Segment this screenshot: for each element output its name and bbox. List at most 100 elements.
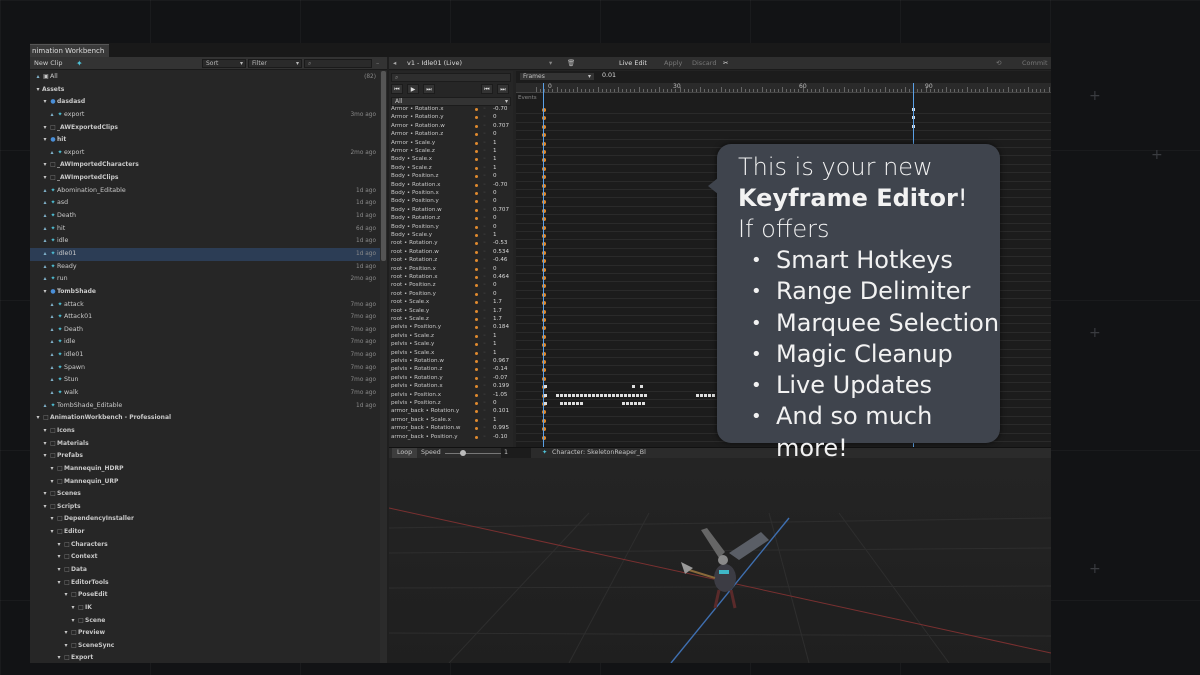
keyframe-dot-icon[interactable]: [475, 351, 478, 355]
speed-slider[interactable]: [445, 453, 503, 454]
discard-button[interactable]: Discard: [692, 57, 716, 69]
chevron-down-icon[interactable]: ▾: [55, 577, 63, 590]
keyframe[interactable]: [642, 402, 645, 405]
property-row[interactable]: root • Rotation.w ◦ 0.534: [391, 248, 511, 256]
tree-row[interactable]: ▴ ✦idle01 7mo ago: [30, 349, 380, 362]
chevron-down-icon[interactable]: ▾: [41, 488, 49, 501]
new-clip-button[interactable]: New Clip: [34, 58, 63, 69]
keyframe[interactable]: [592, 393, 595, 397]
keyframe[interactable]: [580, 402, 583, 405]
keyframe[interactable]: [584, 393, 587, 397]
history-icon[interactable]: ⟲: [996, 57, 1001, 69]
chevron-down-icon[interactable]: ▾: [41, 425, 49, 438]
property-row[interactable]: Armor • Rotation.z ◦ 0: [391, 130, 511, 138]
property-row[interactable]: root • Rotation.z ◦ -0.46: [391, 256, 511, 264]
first-key-icon[interactable]: ⏮: [481, 84, 493, 94]
person-icon[interactable]: ▴: [41, 400, 49, 413]
chevron-down-icon[interactable]: ▾: [62, 627, 70, 640]
curve-icon[interactable]: ◦: [483, 315, 486, 323]
keyframe[interactable]: [568, 393, 571, 397]
keyframe[interactable]: [544, 393, 547, 397]
person-icon[interactable]: ▴: [48, 387, 56, 400]
tree-row[interactable]: ▴ ✦export 3mo ago: [30, 109, 380, 122]
keyframe[interactable]: [572, 402, 575, 405]
tree-row[interactable]: ▴ ✦idle 1d ago: [30, 235, 380, 248]
person-icon[interactable]: ▴: [48, 311, 56, 324]
person-icon[interactable]: ▴: [48, 299, 56, 312]
sort-dropdown[interactable]: Sort: [202, 59, 246, 68]
property-value[interactable]: 1: [493, 147, 497, 155]
keyframe-dot-icon[interactable]: [475, 334, 478, 338]
chevron-down-icon[interactable]: ▾: [69, 602, 77, 615]
loop-toggle[interactable]: Loop: [392, 448, 418, 458]
curve-icon[interactable]: ◦: [483, 307, 486, 315]
person-icon[interactable]: ▴: [41, 248, 49, 261]
curve-icon[interactable]: ◦: [483, 155, 486, 163]
person-icon[interactable]: ▴: [41, 210, 49, 223]
curve-icon[interactable]: ◦: [483, 323, 486, 331]
keyframe-dot-icon[interactable]: [475, 393, 478, 397]
curve-icon[interactable]: ◦: [483, 281, 486, 289]
tree-row[interactable]: ▾ □Data: [30, 564, 380, 577]
property-value[interactable]: 0.707: [493, 206, 509, 214]
property-value[interactable]: 0: [493, 172, 497, 180]
delete-icon[interactable]: 🗑: [567, 57, 575, 69]
property-row[interactable]: root • Position.x ◦ 0: [391, 265, 511, 273]
property-row[interactable]: pelvis • Position.y ◦ 0.184: [391, 323, 511, 331]
property-value[interactable]: 0: [493, 399, 497, 407]
tree-row[interactable]: ▴ ✦Spawn 7mo ago: [30, 362, 380, 375]
keyframe-dot-icon[interactable]: [475, 175, 478, 179]
property-row[interactable]: root • Scale.z ◦ 1.7: [391, 315, 511, 323]
keyframe[interactable]: [704, 393, 707, 397]
curve-icon[interactable]: ◦: [483, 113, 486, 121]
curve-icon[interactable]: ◦: [483, 290, 486, 298]
keyframe[interactable]: [564, 393, 567, 397]
keyframe-dot-icon[interactable]: [475, 318, 478, 321]
collapse-icon[interactable]: –: [376, 58, 379, 69]
property-row[interactable]: pelvis • Scale.z ◦ 1: [391, 332, 511, 340]
keyframe[interactable]: [544, 385, 547, 389]
curve-icon[interactable]: ◦: [483, 122, 486, 130]
curve-icon[interactable]: ◦: [483, 399, 486, 407]
property-row[interactable]: pelvis • Scale.x ◦ 1: [391, 349, 511, 357]
curve-icon[interactable]: ◦: [483, 181, 486, 189]
tree-row[interactable]: ▴ ✦walk 7mo ago: [30, 387, 380, 400]
property-value[interactable]: 0: [493, 197, 497, 205]
tree-row[interactable]: ▴ ✦Ready 1d ago: [30, 261, 380, 274]
property-value[interactable]: 1: [493, 164, 497, 172]
keyframe[interactable]: [628, 393, 631, 397]
curve-icon[interactable]: ◦: [483, 433, 486, 441]
property-value[interactable]: 0.967: [493, 357, 509, 365]
curve-icon[interactable]: ◦: [483, 248, 486, 256]
property-row[interactable]: Body • Rotation.x ◦ -0.70: [391, 181, 511, 189]
search-input[interactable]: ⌕: [304, 59, 372, 68]
property-value[interactable]: 0: [493, 214, 497, 222]
keyframe-dot-icon[interactable]: [475, 301, 478, 305]
person-icon[interactable]: ▴: [48, 362, 56, 375]
tools-icon[interactable]: ✂: [723, 57, 728, 69]
keyframe[interactable]: [556, 393, 559, 397]
property-row[interactable]: Armor • Rotation.x ◦ -0.70: [391, 105, 511, 113]
property-row[interactable]: root • Rotation.x ◦ 0.464: [391, 273, 511, 281]
tree-row[interactable]: ▾ □EditorTools: [30, 577, 380, 590]
person-icon[interactable]: ▴: [48, 324, 56, 337]
property-value[interactable]: 1: [493, 231, 497, 239]
property-row[interactable]: Body • Scale.y ◦ 1: [391, 231, 511, 239]
property-value[interactable]: 0: [493, 189, 497, 197]
tree-row[interactable]: ▾ □Scenes: [30, 488, 380, 501]
person-icon[interactable]: ▴: [41, 197, 49, 210]
property-row[interactable]: root • Position.z ◦ 0: [391, 281, 511, 289]
keyframe-dot-icon[interactable]: [475, 410, 478, 414]
curve-icon[interactable]: ◦: [483, 374, 486, 382]
curve-icon[interactable]: ◦: [483, 172, 486, 180]
curve-icon[interactable]: ◦: [483, 340, 486, 348]
tree-row[interactable]: ▴ ✦TombShade_Editable 1d ago: [30, 400, 380, 413]
chevron-down-icon[interactable]: ▾: [41, 134, 49, 147]
property-value[interactable]: -0.10: [493, 433, 507, 441]
property-value[interactable]: 1: [493, 139, 497, 147]
tree-row[interactable]: ▾ □Icons: [30, 425, 380, 438]
tree-row[interactable]: ▾ □_AWExportedClips: [30, 122, 380, 135]
curve-icon[interactable]: ◦: [483, 407, 486, 415]
curve-icon[interactable]: ◦: [483, 231, 486, 239]
tree-row[interactable]: ▴ ✦Death 7mo ago: [30, 324, 380, 337]
